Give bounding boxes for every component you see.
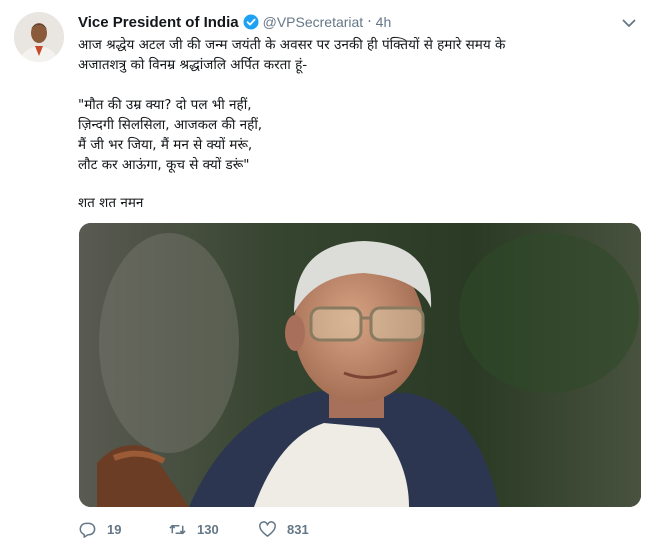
avatar-image: [14, 12, 64, 62]
poem-line-4: लौट कर आऊंगा, कूच से क्यों डरूं": [78, 157, 250, 173]
like-count: 831: [287, 521, 309, 537]
reply-icon: [79, 522, 96, 538]
avatar[interactable]: [14, 12, 64, 62]
user-handle[interactable]: @VPSecretariat: [263, 14, 364, 30]
chevron-down-icon[interactable]: [620, 14, 638, 32]
verified-badge-icon: [243, 14, 259, 30]
like-button[interactable]: 831: [258, 520, 309, 539]
tweet-photo[interactable]: [79, 223, 641, 507]
poem-line-2: ज़िन्दगी सिलसिला, आजकल की नहीं,: [78, 117, 263, 133]
timestamp[interactable]: 4h: [376, 14, 392, 30]
retweet-count: 130: [197, 521, 219, 537]
reply-count: 19: [107, 521, 122, 537]
retweet-icon: [169, 524, 186, 534]
tweet-card[interactable]: Vice President of India @VPSecretariat ·…: [0, 0, 650, 541]
reply-button[interactable]: 19: [78, 520, 168, 539]
photo-portrait: [79, 223, 641, 507]
poem-line-3: मैं जी भर जिया, मैं मन से क्यों मरूं,: [78, 137, 253, 153]
intro-line-1: आज श्रद्धेय अटल जी की जन्म जयंती के अवसर…: [78, 37, 506, 53]
poem-line-1: "मौत की उम्र क्या? दो पल भी नहीं,: [78, 97, 252, 113]
tweet-actions: 19 130 831: [78, 518, 309, 540]
tweet-header: Vice President of India @VPSecretariat ·…: [78, 12, 391, 32]
heart-icon: [259, 520, 276, 537]
separator-dot: ·: [367, 14, 372, 30]
intro-line-2: अजातशत्रु को विनम्र श्रद्धांजलि अर्पित क…: [78, 57, 308, 73]
tweet-text: आज श्रद्धेय अटल जी की जन्म जयंती के अवसर…: [78, 35, 638, 213]
retweet-button[interactable]: 130: [168, 520, 258, 539]
closing-line: शत शत नमन: [78, 195, 144, 211]
display-name[interactable]: Vice President of India: [78, 14, 239, 31]
